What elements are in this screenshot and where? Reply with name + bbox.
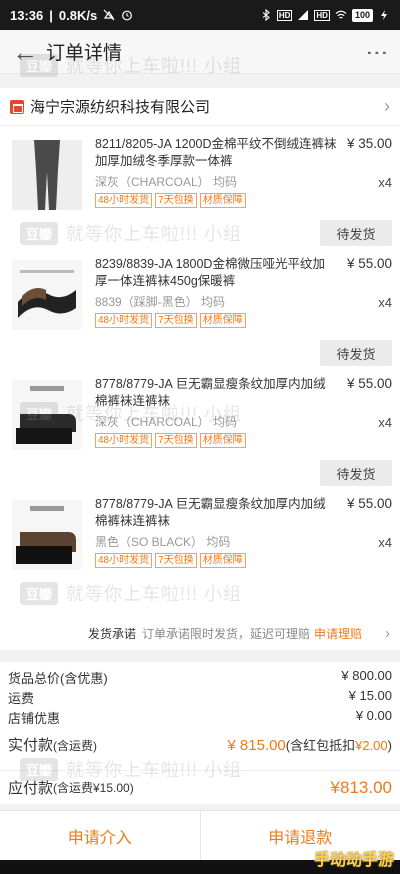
pending-shipment-button[interactable]: 待发货 (320, 340, 392, 366)
app-header: ← 订单详情 ⋮ (0, 30, 400, 74)
item-quantity: x4 (378, 535, 392, 550)
claim-link[interactable]: 申请理赔 (314, 625, 362, 642)
chevron-right-icon: › (385, 624, 390, 642)
battery-icon: 100 (351, 8, 373, 22)
paid-extra-value: ¥2.00 (355, 738, 388, 753)
due-note: (含运费¥15.00) (53, 781, 134, 795)
shipping-label: 运费 (8, 691, 35, 706)
goods-total-value: ¥ 800.00 (341, 668, 392, 683)
shop-row[interactable]: 海宁宗源纺织科技有限公司 › (0, 88, 400, 126)
tag-7day-exchange: 7天包换 (155, 313, 197, 328)
paid-extra-close: ) (387, 738, 392, 753)
tag-48h-shipping: 48小时发货 (95, 313, 153, 328)
item-price: ¥ 55.00 (346, 376, 392, 391)
item-title: 8211/8205-JA 1200D金棉平纹不倒绒连裤袜加厚加绒冬季厚款一体裤 (95, 137, 337, 168)
service-tags: 48小时发货 7天包换 材质保障 (95, 313, 246, 328)
paid-label: 实付款 (8, 737, 54, 754)
due-label: 应付款 (8, 780, 54, 797)
paid-extra: (含红包抵扣 (285, 738, 356, 753)
shipping-row: 运费 ¥ 15.00 (8, 688, 392, 707)
tights-folded-image (12, 380, 82, 450)
status-divider: | (49, 7, 53, 23)
product-thumbnail[interactable] (12, 140, 82, 210)
item-title: 8239/8839-JA 1800D金棉微压哑光平纹加厚一体连裤袜450g保暖裤 (95, 257, 325, 288)
item-price: ¥ 55.00 (346, 256, 392, 271)
promise-label: 发货承诺 (88, 626, 137, 641)
item-title: 8778/8779-JA 巨无霸显瘦条纹加厚内加绒棉裤袜连裤袜 (95, 377, 326, 408)
shop-discount-label: 店铺优惠 (8, 711, 61, 726)
shop-icon (10, 99, 24, 114)
shop-discount-row: 店铺优惠 ¥ 0.00 (8, 708, 392, 727)
tag-48h-shipping: 48小时发货 (95, 433, 153, 448)
pending-shipment-button[interactable]: 待发货 (320, 460, 392, 486)
item-price: ¥ 35.00 (346, 136, 392, 151)
item-quantity: x4 (378, 295, 392, 310)
item-variant: 深灰（CHARCOAL） 均码 (95, 415, 238, 429)
order-item[interactable]: 8778/8779-JA 巨无霸显瘦条纹加厚内加绒棉裤袜连裤袜 ¥ 55.00 … (0, 366, 400, 486)
page-title: 订单详情 (46, 43, 123, 64)
tag-7day-exchange: 7天包换 (155, 193, 197, 208)
tights-grey-image (12, 140, 82, 210)
shipping-promise-row[interactable]: 发货承诺 订单承诺限时发货，延迟可理赔 申请理赔 › (0, 618, 400, 648)
goods-total-label: 货品总价(含优惠) (8, 671, 108, 686)
tag-48h-shipping: 48小时发货 (95, 553, 153, 568)
pending-shipment-button[interactable]: 待发货 (320, 220, 392, 246)
apply-intervention-button[interactable]: 申请介入 (0, 811, 200, 860)
hd-icon-2: HD (314, 9, 330, 21)
order-item[interactable]: 8239/8839-JA 1800D金棉微压哑光平纹加厚一体连裤袜450g保暖裤… (0, 246, 400, 366)
item-variant: 8839（踩脚-黑色） 均码 (95, 295, 226, 309)
paid-value: ¥ 815.00 (227, 737, 286, 754)
product-thumbnail[interactable] (12, 260, 82, 330)
service-tags: 48小时发货 7天包换 材质保障 (95, 433, 246, 448)
product-thumbnail[interactable] (12, 380, 82, 450)
item-quantity: x4 (378, 175, 392, 190)
order-item[interactable]: 8211/8205-JA 1200D金棉平纹不倒绒连裤袜加厚加绒冬季厚款一体裤 … (0, 126, 400, 246)
tights-black-image (12, 260, 82, 330)
due-value: ¥813.00 (330, 777, 392, 797)
wifi-icon (335, 10, 347, 19)
shop-name: 海宁宗源纺织科技有限公司 (30, 99, 211, 116)
tag-material-guarantee: 材质保障 (199, 553, 246, 568)
corner-watermark: 手动动手游 (313, 852, 394, 869)
item-variant: 黑色（SO BLACK） 均码 (95, 535, 231, 549)
order-card: 海宁宗源纺织科技有限公司 › 8211/8205-JA 1200D金棉平纹不倒绒… (0, 88, 400, 650)
chevron-right-icon: › (384, 96, 390, 116)
mute-icon (103, 9, 115, 21)
paid-note: (含运费) (53, 739, 98, 753)
shop-discount-value: ¥ 0.00 (355, 708, 392, 723)
more-options-icon[interactable]: ⋮ (365, 42, 390, 62)
goods-total-row: 货品总价(含优惠) ¥ 800.00 (8, 668, 392, 687)
signal-icon (298, 10, 309, 20)
tag-material-guarantee: 材质保障 (199, 433, 246, 448)
promise-text: 订单承诺限时发货，延迟可理赔 (142, 626, 311, 641)
product-thumbnail[interactable] (12, 500, 82, 570)
status-time: 13:36 (10, 7, 44, 23)
tag-material-guarantee: 材质保障 (199, 193, 246, 208)
tag-7day-exchange: 7天包换 (155, 553, 197, 568)
tag-48h-shipping: 48小时发货 (95, 193, 153, 208)
back-arrow-icon[interactable]: ← (12, 32, 42, 72)
service-tags: 48小时发货 7天包换 材质保障 (95, 193, 246, 208)
hd-icon: HD (276, 9, 293, 21)
item-quantity: x4 (378, 415, 392, 430)
amount-due-row: 应付款 (含运费¥15.00) ¥813.00 (0, 770, 400, 804)
item-title: 8778/8779-JA 巨无霸显瘦条纹加厚内加绒棉裤袜连裤袜 (95, 497, 326, 528)
paid-amount-row: 实付款 (含运费) ¥ 815.00(含红包抵扣¥2.00) (8, 734, 392, 755)
network-speed: 0.8K/s (58, 7, 98, 23)
service-tags: 48小时发货 7天包换 材质保障 (95, 553, 246, 568)
paid-breakdown: ¥ 815.00(含红包抵扣¥2.00) (227, 735, 392, 754)
tag-material-guarantee: 材质保障 (199, 313, 246, 328)
charging-icon (381, 10, 387, 20)
alarm-icon (122, 10, 133, 21)
tights-folded-black-image (12, 500, 82, 570)
item-price: ¥ 55.00 (346, 496, 392, 511)
status-bar: 13:36 | 0.8K/s HD HD 100 (0, 0, 400, 30)
shipping-value: ¥ 15.00 (348, 688, 392, 703)
order-item[interactable]: 8778/8779-JA 巨无霸显瘦条纹加厚内加绒棉裤袜连裤袜 ¥ 55.00 … (0, 486, 400, 606)
item-variant: 深灰（CHARCOAL） 均码 (95, 175, 238, 189)
bluetooth-icon (262, 9, 270, 21)
tag-7day-exchange: 7天包换 (155, 433, 197, 448)
